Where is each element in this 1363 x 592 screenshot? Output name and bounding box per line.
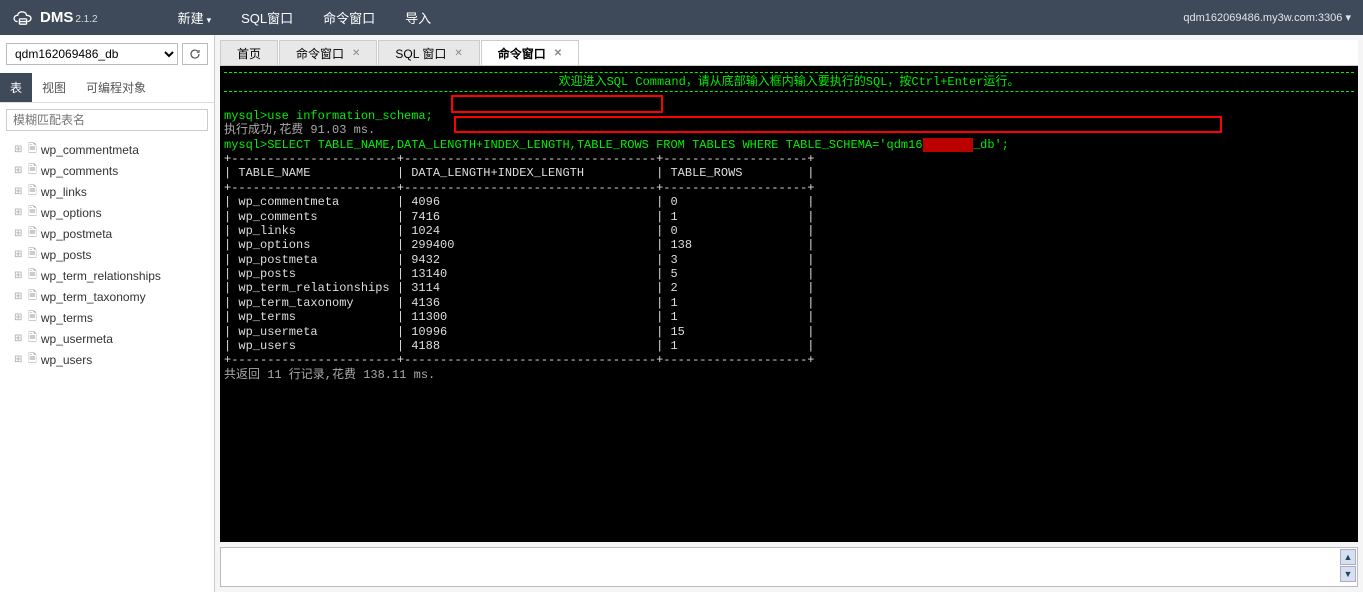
menu-new[interactable]: 新建▾ (178, 8, 212, 27)
expand-icon[interactable]: ⊞ (14, 144, 24, 155)
menu-cmd-window[interactable]: 命令窗口 (323, 8, 375, 27)
menu-import[interactable]: 导入 (405, 8, 431, 27)
table-name: wp_term_relationships (41, 269, 161, 283)
table-name: wp_options (41, 206, 102, 220)
expand-icon[interactable]: ⊞ (14, 354, 24, 365)
table-item[interactable]: ⊞ 🗎 wp_postmeta (0, 223, 214, 244)
tab-views[interactable]: 视图 (32, 73, 76, 102)
sidebar: qdm162069486_db 表 视图 可编程对象 ⊞ 🗎 wp_commentm… (0, 35, 215, 592)
tab-programmable[interactable]: 可编程对象 (76, 73, 156, 102)
tab-tables[interactable]: 表 (0, 73, 32, 102)
close-icon[interactable]: ✕ (454, 48, 462, 59)
sidebar-tabs: 表 视图 可编程对象 (0, 73, 214, 103)
table-name: wp_links (41, 185, 87, 199)
database-select[interactable]: qdm162069486_db (6, 43, 178, 65)
table-icon: 🗎 (28, 287, 37, 306)
scroll-down-button[interactable]: ▼ (1340, 566, 1356, 582)
chevron-down-icon: ▾ (207, 15, 212, 26)
table-item[interactable]: ⊞ 🗎 wp_options (0, 202, 214, 223)
expand-icon[interactable]: ⊞ (14, 249, 24, 260)
table-item[interactable]: ⊞ 🗎 wp_posts (0, 244, 214, 265)
expand-icon[interactable]: ⊞ (14, 165, 24, 176)
table-icon: 🗎 (28, 182, 37, 201)
editor-tab[interactable]: 首页 (220, 40, 278, 65)
table-name: wp_postmeta (41, 227, 112, 241)
connection-label[interactable]: qdm162069486.my3w.com:3306 ▾ (1183, 11, 1351, 24)
chevron-down-icon: ▾ (1345, 12, 1351, 24)
table-icon: 🗎 (28, 350, 37, 369)
table-item[interactable]: ⊞ 🗎 wp_links (0, 181, 214, 202)
table-item[interactable]: ⊞ 🗎 wp_usermeta (0, 328, 214, 349)
tab-label: 命令窗口 (498, 45, 546, 62)
expand-icon[interactable]: ⊞ (14, 228, 24, 239)
cloud-db-icon (12, 10, 34, 26)
table-item[interactable]: ⊞ 🗎 wp_users (0, 349, 214, 370)
table-name: wp_comments (41, 164, 118, 178)
table-icon: 🗎 (28, 329, 37, 348)
logo-text: DMS (40, 9, 73, 26)
menu-sql-window[interactable]: SQL窗口 (241, 8, 293, 27)
expand-icon[interactable]: ⊞ (14, 312, 24, 323)
table-name: wp_terms (41, 311, 93, 325)
table-icon: 🗎 (28, 224, 37, 243)
table-name: wp_posts (41, 248, 92, 262)
main-menu: 新建▾ SQL窗口 命令窗口 导入 (178, 8, 432, 27)
table-item[interactable]: ⊞ 🗎 wp_comments (0, 160, 214, 181)
refresh-icon (189, 48, 201, 60)
table-icon: 🗎 (28, 203, 37, 222)
table-name: wp_users (41, 353, 92, 367)
version: 2.1.2 (75, 14, 97, 25)
editor-tabs: 首页 命令窗口 ✕ SQL 窗口 ✕ 命令窗口 ✕ (220, 40, 1358, 66)
table-tree: ⊞🗎wp_commentmeta⊞🗎wp_comments⊞🗎wp_links⊞… (0, 137, 214, 372)
close-icon[interactable]: ✕ (352, 48, 360, 59)
expand-icon[interactable]: ⊞ (14, 270, 24, 281)
table-icon: 🗎 (28, 161, 37, 180)
table-name: wp_term_taxonomy (41, 290, 146, 304)
tab-label: 命令窗口 (296, 45, 344, 62)
expand-icon[interactable]: ⊞ (14, 207, 24, 218)
logo: DMS2.1.2 (12, 9, 98, 26)
search-input[interactable] (6, 109, 208, 131)
sql-input[interactable] (221, 548, 1337, 586)
console-output[interactable]: 欢迎进入SQL Command，请从底部输入框内输入要执行的SQL，按Ctrl+… (220, 66, 1358, 542)
table-icon: 🗎 (28, 308, 37, 327)
table-item[interactable]: ⊞ 🗎 wp_term_taxonomy (0, 286, 214, 307)
editor-tab[interactable]: 命令窗口 ✕ (279, 40, 377, 65)
sql-input-area: ▲ ▼ (220, 547, 1358, 587)
tab-label: 首页 (237, 45, 261, 62)
table-item[interactable]: ⊞ 🗎 wp_term_relationships (0, 265, 214, 286)
refresh-button[interactable] (182, 43, 208, 65)
table-icon: 🗎 (28, 245, 37, 264)
close-icon[interactable]: ✕ (554, 48, 562, 59)
table-icon: 🗎 (28, 140, 37, 159)
table-name: wp_commentmeta (41, 143, 139, 157)
tab-label: SQL 窗口 (395, 45, 446, 62)
expand-icon[interactable]: ⊞ (14, 291, 24, 302)
editor-tab[interactable]: 命令窗口 ✕ (481, 40, 579, 65)
table-item[interactable]: ⊞ 🗎 wp_commentmeta (0, 139, 214, 160)
table-item[interactable]: ⊞ 🗎 wp_terms (0, 307, 214, 328)
expand-icon[interactable]: ⊞ (14, 333, 24, 344)
table-name: wp_usermeta (41, 332, 113, 346)
table-icon: 🗎 (28, 266, 37, 285)
scroll-up-button[interactable]: ▲ (1340, 549, 1356, 565)
editor-tab[interactable]: SQL 窗口 ✕ (378, 40, 479, 65)
header: DMS2.1.2 新建▾ SQL窗口 命令窗口 导入 qdm162069486.… (0, 0, 1363, 35)
expand-icon[interactable]: ⊞ (14, 186, 24, 197)
